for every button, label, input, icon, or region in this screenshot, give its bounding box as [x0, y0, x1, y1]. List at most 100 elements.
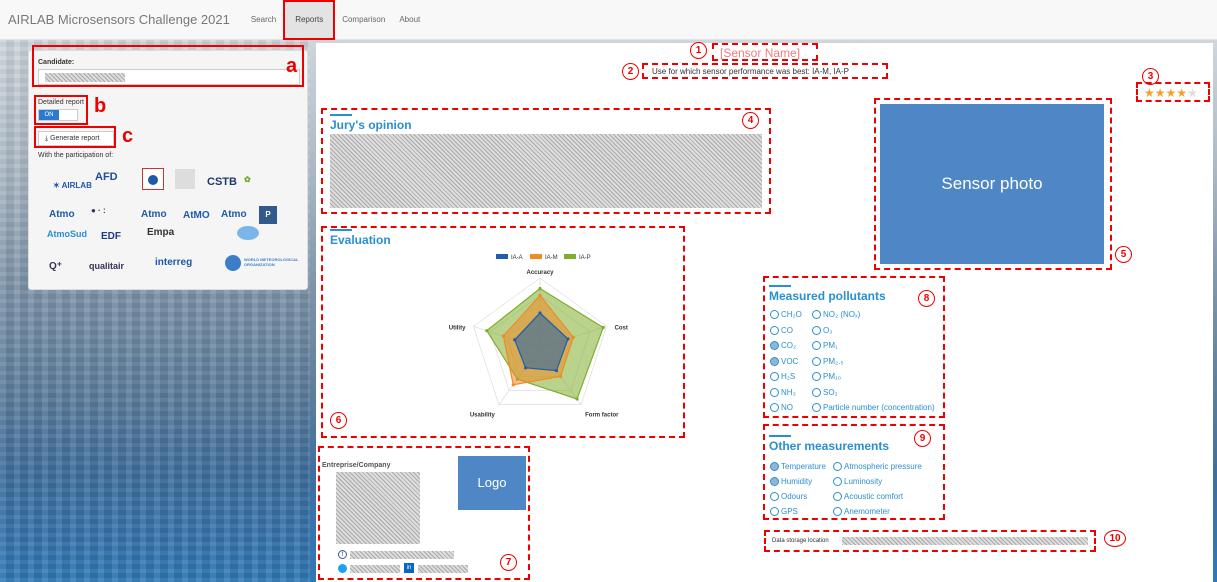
partner-logo-atmo-3: AtMO	[183, 210, 210, 221]
jury-opinion-redacted	[330, 134, 762, 208]
measurement-item[interactable]: GPS	[770, 507, 798, 516]
twitter-link-redacted[interactable]	[350, 565, 400, 573]
pollutant-label: PM₂.₅	[823, 356, 844, 366]
pollutant-label: SO₂	[823, 387, 838, 397]
radio-icon[interactable]	[770, 387, 779, 397]
facebook-icon[interactable]: f	[338, 550, 347, 559]
evaluation-title: Evaluation	[330, 229, 391, 247]
pollutant-item[interactable]: CO₂	[770, 341, 796, 350]
radio-icon[interactable]	[833, 462, 842, 471]
radio-icon[interactable]	[770, 507, 779, 516]
facebook-link-redacted[interactable]	[350, 551, 454, 559]
storage-value-redacted	[842, 537, 1088, 545]
radio-icon[interactable]	[812, 387, 821, 397]
radar-point	[558, 374, 563, 378]
radio-icon[interactable]	[812, 372, 821, 381]
star-icon: ★	[1187, 86, 1198, 100]
radio-icon[interactable]	[833, 492, 842, 501]
tab-comparison[interactable]: Comparison	[335, 0, 392, 40]
legend-label: IA-A	[511, 255, 523, 261]
radio-icon[interactable]	[770, 372, 779, 381]
measurement-item[interactable]: Temperature	[770, 462, 826, 471]
app-brand[interactable]: AIRLAB Microsensors Challenge 2021	[8, 12, 230, 27]
best-use-text: Use for which sensor performance was bes…	[652, 67, 849, 76]
radar-point	[538, 286, 542, 291]
legend-swatch	[564, 254, 576, 259]
annotation-b: b	[94, 95, 107, 117]
tab-search[interactable]: Search	[244, 0, 283, 40]
radar-axis-label: Usability	[470, 413, 496, 419]
annotation-2: 2	[622, 63, 639, 80]
pollutant-item[interactable]: Particle number (concentration)	[812, 403, 935, 412]
annotation-box-a	[32, 45, 304, 87]
partner-logo-atmo-france	[175, 169, 195, 189]
pollutant-label: PM₁₀	[823, 372, 842, 381]
radio-icon[interactable]	[833, 507, 842, 516]
linkedin-link-redacted[interactable]	[418, 565, 468, 573]
pollutant-item[interactable]: PM₁	[812, 341, 838, 350]
pollutant-label: Particle number (concentration)	[823, 403, 935, 412]
radar-point	[485, 329, 489, 333]
radio-icon[interactable]	[770, 325, 779, 335]
pollutant-item[interactable]: CH₂O	[770, 310, 802, 319]
radio-icon[interactable]	[812, 341, 821, 350]
other-title: Other measurements	[769, 435, 890, 453]
pollutant-item[interactable]: NO₂ (NOₓ)	[812, 310, 860, 319]
radio-icon[interactable]	[833, 477, 842, 486]
annotation-c: c	[122, 125, 134, 147]
radar-point	[575, 397, 579, 401]
annotation-a: a	[286, 55, 298, 77]
radio-icon[interactable]	[770, 341, 779, 350]
partner-logo-empa: Empa	[147, 227, 175, 238]
pollutant-item[interactable]: VOC	[770, 356, 798, 366]
tab-about[interactable]: About	[392, 0, 427, 40]
measurement-label: Humidity	[781, 477, 813, 486]
measurement-item[interactable]: Anemometer	[833, 507, 890, 516]
radar-point	[523, 366, 528, 370]
radio-icon[interactable]	[770, 356, 779, 366]
pollutant-item[interactable]: PM₂.₅	[812, 356, 844, 366]
radio-icon[interactable]	[770, 310, 779, 319]
radio-icon[interactable]	[770, 403, 779, 412]
pollutant-item[interactable]: H₂S	[770, 372, 795, 381]
annotation-5: 5	[1115, 246, 1132, 263]
app-root: AIRLAB Microsensors Challenge 2021 Searc…	[0, 0, 1217, 582]
pollutant-item[interactable]: SO₂	[812, 387, 838, 397]
annotation-box-b	[34, 95, 88, 125]
measurement-item[interactable]: Humidity	[770, 477, 812, 486]
partner-logo-ademe	[142, 168, 164, 190]
measurement-item[interactable]: Luminosity	[833, 477, 882, 486]
partner-logo-atmo-2: Atmo	[141, 209, 167, 220]
pollutant-label: NO	[781, 403, 793, 412]
measurement-item[interactable]: Atmospheric pressure	[833, 462, 922, 471]
legend-swatch	[530, 254, 542, 259]
company-logo: Logo	[458, 456, 526, 510]
measurement-label: GPS	[781, 507, 798, 516]
tab-reports[interactable]: Reports	[283, 0, 336, 40]
radio-icon[interactable]	[770, 462, 779, 471]
radio-icon[interactable]	[770, 477, 779, 486]
partner-logo-plant: ✿	[244, 175, 251, 184]
radio-icon[interactable]	[812, 356, 821, 366]
twitter-icon[interactable]	[338, 564, 347, 573]
measurement-item[interactable]: Acoustic comfort	[833, 492, 903, 501]
radar-axis-label: Utility	[449, 325, 466, 331]
pollutant-item[interactable]: O₃	[812, 325, 833, 335]
radio-icon[interactable]	[812, 325, 821, 335]
linkedin-icon[interactable]: in	[404, 563, 414, 573]
partner-logo-pr: P	[259, 206, 277, 224]
pollutant-item[interactable]: NH₃	[770, 387, 796, 397]
pollutant-item[interactable]: PM₁₀	[812, 372, 841, 381]
radar-chart: Accuracy Cost Form factor Usability Utility I…	[449, 254, 628, 419]
radio-icon[interactable]	[812, 310, 821, 319]
pollutant-item[interactable]: CO	[770, 325, 793, 335]
storage-label: Data storage location	[772, 538, 829, 544]
partner-logo-atmo-4: Atmo	[221, 209, 247, 220]
radio-icon[interactable]	[812, 403, 821, 412]
radio-icon[interactable]	[770, 492, 779, 501]
radar-point	[538, 311, 542, 315]
measurement-item[interactable]: Odours	[770, 492, 807, 501]
partner-logo-afd: AFD	[95, 171, 118, 183]
pollutant-label: O₃	[823, 325, 833, 335]
pollutant-item[interactable]: NO	[770, 403, 793, 412]
